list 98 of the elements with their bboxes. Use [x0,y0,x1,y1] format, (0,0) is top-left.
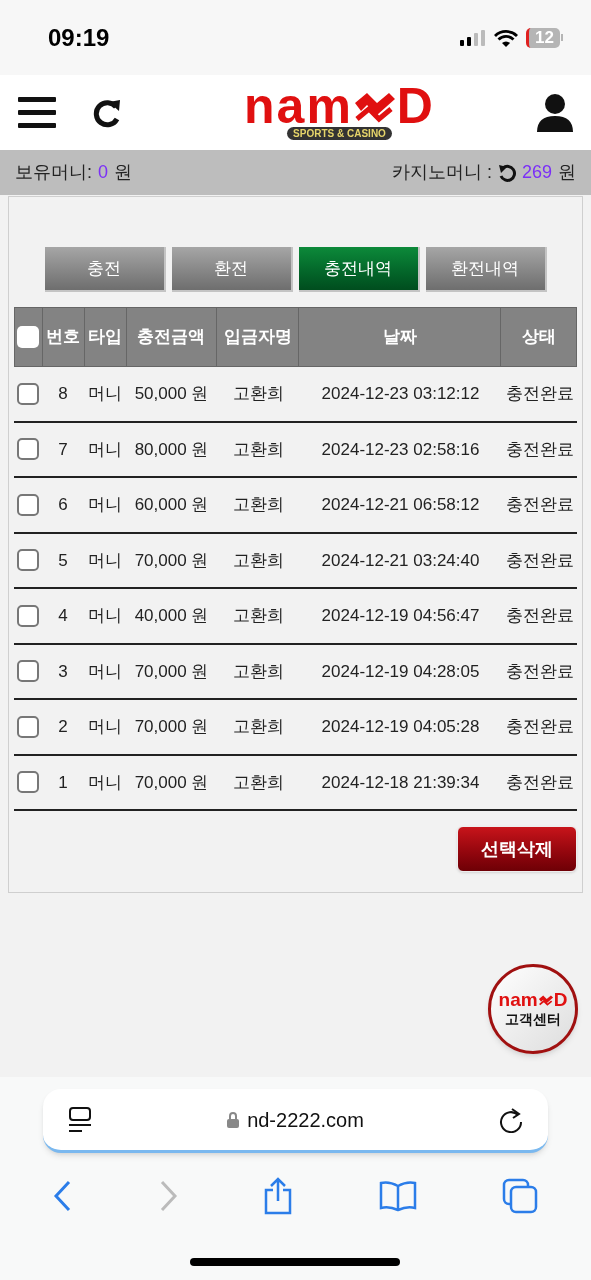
table-cell-text: 충전완료 [505,605,574,627]
tab[interactable]: 충전 [44,247,166,292]
address-bar[interactable]: nd-2222.com [43,1089,548,1153]
table-cell-text: 고환희 [232,494,284,516]
table-cell-text: 6 [58,494,68,516]
lock-icon [227,1111,240,1128]
table-cell-text: 2024-12-21 03:24:40 [321,549,480,572]
table-cell-text: 머니 [88,438,122,461]
table-cell-text: 7 [58,438,68,461]
badge-logo: nam [498,991,538,1009]
table-cell-text: 머니 [88,660,122,683]
column-header: 타입 [88,326,123,349]
table-cell-text: 머니 [88,494,122,516]
table-cell-text: 70,000 원 [134,549,209,572]
refresh-icon[interactable] [497,163,516,182]
table-cell-text: 60,000 원 [134,494,209,516]
money-label: 보유머니: [15,161,92,184]
checkbox[interactable] [17,326,40,348]
table-cell-text: 머니 [88,549,122,572]
column-header: 날짜 [382,326,417,349]
money-value: 0 [98,161,109,184]
table-cell-text: 고환희 [232,605,284,627]
table-cell-text: 1 [58,771,68,794]
page-menu-icon[interactable] [68,1105,92,1134]
table-cell-text: 고환희 [232,716,284,738]
table-cell-text: 충전완료 [505,494,574,516]
table-cell-text: 2024-12-18 21:39:34 [321,771,480,794]
menu-icon[interactable] [18,96,56,129]
table-cell-text: 3 [58,660,68,683]
money-unit: 원 [114,161,133,184]
reload-icon[interactable] [499,1106,523,1133]
badge-label: 고객센터 [505,1011,561,1027]
table-cell-text: 2024-12-21 06:58:12 [321,494,480,516]
bookmarks-icon[interactable] [378,1180,417,1212]
table-cell-text: 70,000 원 [134,771,209,794]
url-text: nd-2222.com [247,1107,364,1133]
checkbox[interactable] [17,771,39,794]
table-cell-text: 충전완료 [505,383,574,405]
table-cell-text: 2024-12-23 03:12:12 [321,383,480,405]
checkbox[interactable] [17,493,39,516]
checkbox[interactable] [17,604,39,627]
casino-money-unit: 원 [558,161,576,184]
table-cell-text: 충전완료 [505,549,574,572]
checkbox[interactable] [17,549,39,572]
table-cell-text: 80,000 원 [134,438,209,461]
table-cell-text: 8 [58,383,68,405]
table-cell-text: 고환희 [232,660,284,683]
table-cell-text: 2024-12-19 04:56:47 [321,605,480,627]
table-cell-text: 고환희 [232,549,284,572]
support-badge[interactable]: nam D 고객센터 [488,964,578,1054]
table-cell-text: 고환희 [232,438,284,461]
checkbox[interactable] [17,715,39,738]
table-cell-text: 충전완료 [505,771,574,794]
badge-logo: D [553,991,568,1009]
battery-level: 12 [526,27,560,48]
tab[interactable]: 충전내역 [298,247,420,292]
table-cell-text: 고환희 [232,383,284,405]
column-header: 번호 [46,326,81,349]
tab[interactable]: 환전내역 [425,247,547,292]
table-cell-text: 4 [58,605,68,627]
table-cell-text: 70,000 원 [134,716,209,738]
table-cell-text: 5 [58,549,68,572]
column-header: 충전금액 [137,326,206,349]
table-cell-text: 2024-12-23 02:58:16 [321,438,480,461]
table-cell-text: 머니 [88,771,122,794]
column-header: 입금자명 [223,326,292,349]
table-cell-text: 머니 [88,605,122,627]
logo-tagline: SPORTS & CASINO [287,127,392,140]
table-cell-text: 충전완료 [505,716,574,738]
column-header: 상태 [521,326,556,349]
zigzag-icon [537,994,554,1006]
table-cell-text: 2024-12-19 04:28:05 [321,660,480,683]
back-icon[interactable] [52,1180,73,1212]
table-cell-text: 50,000 원 [134,383,209,405]
tabs-icon[interactable] [502,1178,539,1214]
table-cell-text: 70,000 원 [134,660,209,683]
user-icon[interactable] [537,93,573,132]
checkbox[interactable] [17,438,39,461]
checkbox[interactable] [17,382,39,405]
casino-money-label: 카지노머니 : [391,161,492,184]
table-cell-text: 충전완료 [505,438,574,461]
table-cell-text: 2 [58,716,68,738]
site-logo[interactable]: nam D [244,85,435,127]
refresh-icon[interactable] [92,97,122,128]
delete-selected-button[interactable]: 선택삭제 [457,826,577,872]
casino-money-value: 269 [521,161,552,184]
share-icon[interactable] [263,1177,294,1215]
table-cell-text: 2024-12-19 04:05:28 [321,716,480,738]
wifi-icon [494,28,519,47]
table-cell-text: 충전완료 [505,660,574,683]
table-cell-text: 머니 [88,383,122,405]
checkbox[interactable] [17,660,39,683]
signal-icon [460,29,487,46]
tab[interactable]: 환전 [171,247,293,292]
table-cell-text: 고환희 [232,771,284,794]
table-cell-text: 머니 [88,716,122,738]
clock-time: 09:19 [48,22,110,53]
table-cell-text: 40,000 원 [134,605,209,627]
